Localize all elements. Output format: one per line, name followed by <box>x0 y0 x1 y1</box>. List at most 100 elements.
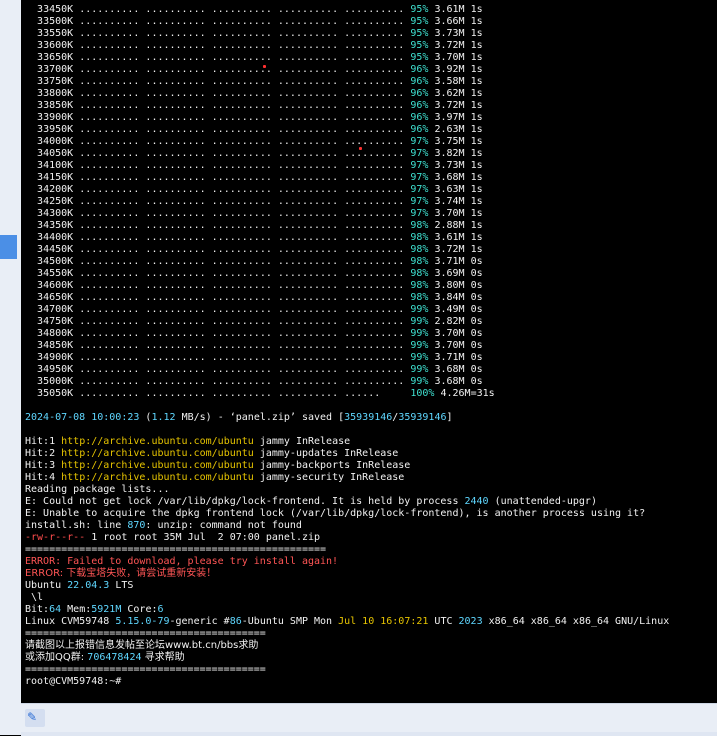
text-segment: 寻求帮助 <box>141 652 185 663</box>
progress-eta: 0s <box>470 328 483 339</box>
progress-dots: .......... .......... .......... .......… <box>79 196 405 207</box>
saved-datetime: 2024-07-08 10:00:23 <box>25 412 140 423</box>
progress-dots: .......... .......... .......... .......… <box>79 172 405 183</box>
progress-row: 34050K .......... .......... .......... … <box>25 148 669 160</box>
progress-eta: 1s <box>470 148 483 159</box>
progress-row-final: 35050K .......... .......... .......... … <box>25 388 669 400</box>
progress-eta: 1s <box>471 0 483 3</box>
progress-dots: .......... .......... .......... .......… <box>79 40 405 51</box>
text-segment: ======================================== <box>25 628 266 639</box>
progress-speed: 3.63M <box>434 184 465 195</box>
progress-row: 34600K .......... .......... .......... … <box>25 280 669 292</box>
progress-speed: 3.69M <box>434 268 465 279</box>
pen-icon[interactable]: ✎ <box>27 710 37 724</box>
progress-row: 34200K .......... .......... .......... … <box>25 184 669 196</box>
progress-dots: .......... .......... .......... .......… <box>79 208 405 219</box>
progress-offset: 34100K <box>37 160 74 171</box>
saved-bytes: 35939146 <box>398 412 447 423</box>
lock-error-line: E: Could not get lock /var/lib/dpkg/lock… <box>25 496 669 508</box>
progress-percent: 99% <box>410 364 429 375</box>
progress-speed: 3.70M <box>434 328 465 339</box>
progress-row: 34150K .......... .......... .......... … <box>25 172 669 184</box>
progress-speed: 3.72M <box>434 244 465 255</box>
text-segment: Ubuntu <box>25 580 68 591</box>
text-segment: -generic # <box>169 616 230 627</box>
progress-speed: 3.61M <box>434 232 465 243</box>
progress-percent: 95% <box>410 16 429 27</box>
progress-percent: 99% <box>410 352 429 363</box>
progress-row: 33950K .......... .......... .......... … <box>25 124 669 136</box>
progress-offset: 34800K <box>37 328 74 339</box>
apt-hit-label: Hit:1 <box>25 436 56 447</box>
progress-offset: 34700K <box>37 304 74 315</box>
progress-offset: 34750K <box>37 316 74 327</box>
lock-pid: 2440 <box>464 496 489 507</box>
progress-row: 34650K .......... .......... .......... … <box>25 292 669 304</box>
progress-row: 34250K .......... .......... .......... … <box>25 196 669 208</box>
progress-speed: 3.66M <box>434 16 465 27</box>
progress-dots: .......... .......... .......... .......… <box>79 124 405 135</box>
progress-percent: 95% <box>410 28 429 39</box>
progress-dots: .......... .......... .......... .......… <box>79 88 405 99</box>
progress-percent: 95% <box>410 0 428 3</box>
progress-row: 34000K .......... .......... .......... … <box>25 136 669 148</box>
progress-eta: 0s <box>470 268 483 279</box>
error-message: ERROR: Failed to download, please try in… <box>25 556 339 567</box>
progress-percent: 95% <box>410 4 429 15</box>
progress-speed: 3.61M <box>434 4 465 15</box>
text-segment: Reading package lists... <box>25 484 170 495</box>
progress-eta: 0s <box>470 292 483 303</box>
progress-row: 34750K .......... .......... .......... … <box>25 316 669 328</box>
sidebar-active-tab[interactable] <box>0 235 17 259</box>
progress-speed: 2.82M <box>434 316 465 327</box>
progress-offset: 34150K <box>37 172 74 183</box>
os-line-2: \l <box>25 592 669 604</box>
text-segment: -Ubuntu SMP Mon <box>241 616 339 627</box>
progress-row: 33700K .......... .......... .......... … <box>25 64 669 76</box>
mem-value: 5921M <box>91 604 122 615</box>
prompt-line: root@CVM59748:~# <box>25 676 669 688</box>
terminal-lines: 33400K .......... .......... .......... … <box>25 0 669 688</box>
progress-dots: .......... .......... .......... .......… <box>79 232 405 243</box>
separator-line: ======================================== <box>25 628 669 640</box>
progress-dots: .......... .......... .......... .......… <box>79 16 405 27</box>
progress-speed: 3.63M <box>434 0 464 3</box>
left-sidebar <box>0 0 21 735</box>
progress-dots: .......... .......... .......... .......… <box>79 316 405 327</box>
progress-speed: 3.72M <box>434 100 465 111</box>
progress-eta: 1s <box>470 124 483 135</box>
terminal-output[interactable]: 33400K .......... .......... .......... … <box>21 0 717 703</box>
progress-offset: 34350K <box>37 220 74 231</box>
text-segment: install.sh: line <box>25 520 128 531</box>
progress-row: 34550K .......... .......... .......... … <box>25 268 669 280</box>
progress-row: 33900K .......... .......... .......... … <box>25 112 669 124</box>
progress-offset: 33800K <box>37 88 74 99</box>
progress-speed: 3.72M <box>434 40 465 51</box>
progress-row: 34850K .......... .......... .......... … <box>25 340 669 352</box>
apt-url: http://archive.ubuntu.com/ubuntu <box>61 436 254 447</box>
progress-dots: .......... .......... .......... .......… <box>79 148 405 159</box>
error-message-cn: ERROR: 下载宝塔失败，请尝试重新安装！ <box>25 568 217 579</box>
progress-offset: 34000K <box>37 136 74 147</box>
text-segment: 或添加QQ群: <box>25 652 88 663</box>
text-segment: ======================================== <box>25 664 266 675</box>
progress-row: 33450K .......... .......... .......... … <box>25 4 669 16</box>
progress-eta: 1s <box>470 100 483 111</box>
progress-percent: 99% <box>410 316 429 327</box>
progress-offset: 33950K <box>37 124 74 135</box>
apt-suite: jammy-security InRelease <box>253 472 405 483</box>
progress-speed: 3.80M <box>434 280 465 291</box>
progress-speed: 2.88M <box>434 220 465 231</box>
apt-suite: jammy-updates InRelease <box>253 448 399 459</box>
progress-offset: 34600K <box>37 280 74 291</box>
progress-row: 34300K .......... .......... .......... … <box>25 208 669 220</box>
progress-row: 34400K .......... .......... .......... … <box>25 232 669 244</box>
progress-eta: 1s <box>470 88 483 99</box>
apt-hit-line: Hit:3 http://archive.ubuntu.com/ubuntu j… <box>25 460 669 472</box>
progress-percent: 96% <box>410 88 429 99</box>
cursor-artifact <box>359 147 362 150</box>
shell-prompt: root@CVM59748:~# <box>25 676 122 687</box>
progress-eta: 0s <box>470 304 483 315</box>
progress-dots: .......... .......... .......... .......… <box>79 52 405 63</box>
